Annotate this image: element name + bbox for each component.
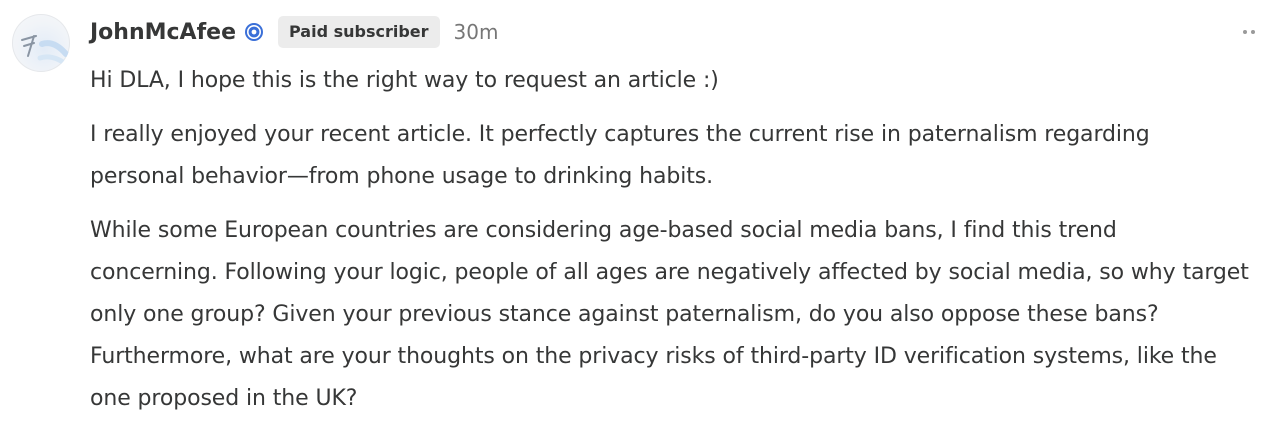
comment-paragraph: I really enjoyed your recent article. It… xyxy=(90,122,1150,189)
more-options-icon[interactable] xyxy=(1239,24,1261,40)
avatar[interactable] xyxy=(12,14,70,72)
comment: JohnMcAfee Paid subscriber 30m Hi DLA, I… xyxy=(0,0,1263,423)
comment-header: JohnMcAfee Paid subscriber 30m xyxy=(90,13,498,51)
comment-body: Hi DLA, I hope this is the right way to … xyxy=(90,60,1250,420)
comment-paragraph: Hi DLA, I hope this is the right way to … xyxy=(90,68,719,93)
verified-badge-icon xyxy=(244,22,264,42)
comment-paragraph: While some European countries are consid… xyxy=(90,218,1249,411)
paid-subscriber-badge: Paid subscriber xyxy=(278,16,440,48)
author-name[interactable]: JohnMcAfee xyxy=(90,20,236,45)
timestamp[interactable]: 30m xyxy=(454,20,499,44)
avatar-image xyxy=(21,35,69,67)
